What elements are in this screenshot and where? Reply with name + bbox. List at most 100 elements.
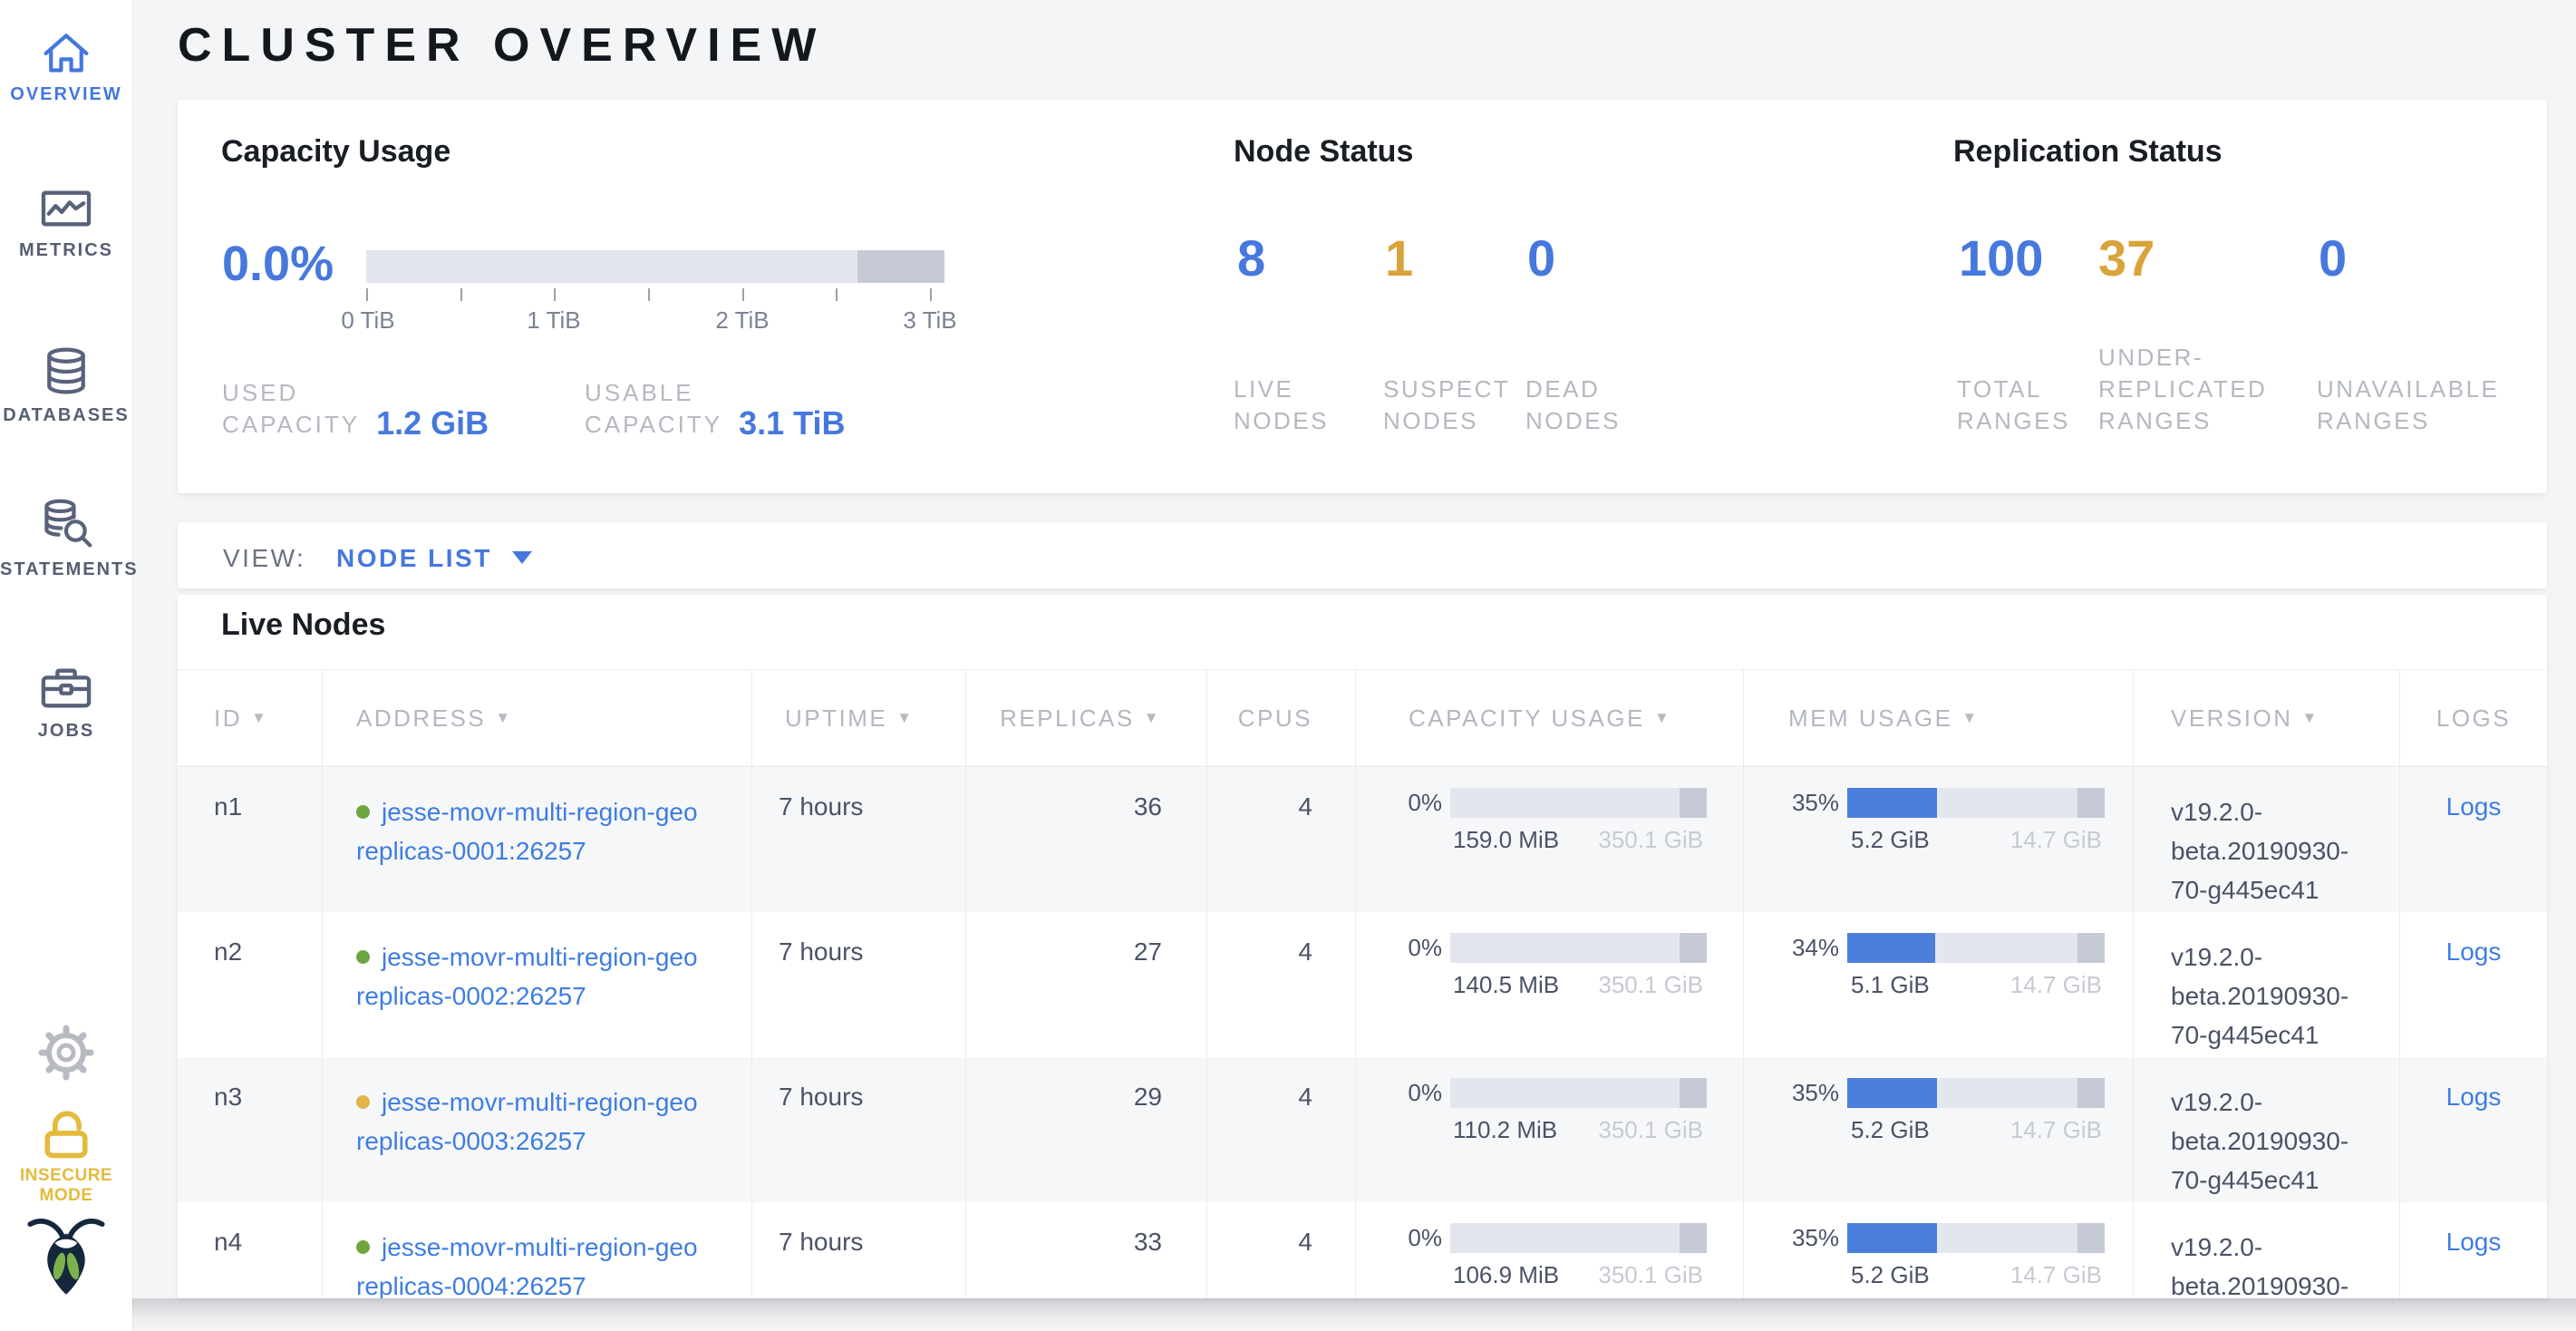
- node-id-cell: n2: [178, 912, 323, 1057]
- live-nodes-label: LIVE NODES: [1234, 374, 1329, 437]
- uptime-cell: 7 hours: [752, 767, 966, 912]
- node-status-dot: [356, 950, 370, 964]
- column-header-address[interactable]: ADDRESS▼: [323, 669, 752, 767]
- sort-icon: ▼: [2302, 709, 2319, 727]
- page-title: CLUSTER OVERVIEW: [178, 18, 826, 73]
- node-address-link[interactable]: jesse-movr-multi-region-geo replicas-000…: [356, 1233, 698, 1298]
- table-row: n3 jesse-movr-multi-region-geo replicas-…: [178, 1057, 2547, 1202]
- axis-tick-label: 1 TiB: [527, 306, 580, 335]
- memory-meter: [1847, 788, 2105, 818]
- capacity-meter: [1450, 788, 1707, 818]
- node-id-cell: n3: [178, 1057, 323, 1202]
- node-status-dot: [356, 805, 370, 819]
- version-cell: v19.2.0- beta.20190930- 70-g445ec41: [2134, 767, 2400, 912]
- metrics-chart-icon: [0, 185, 132, 232]
- sidebar-item-label: METRICS: [0, 240, 132, 261]
- sidebar-item-label: STATEMENTS: [0, 559, 132, 580]
- capacity-usage-cell: 0% 106.9 MiB350.1 GiB: [1356, 1202, 1744, 1298]
- sidebar-item-databases[interactable]: DATABASES: [0, 345, 132, 426]
- sort-icon: ▼: [896, 709, 914, 727]
- node-status-dot: [356, 1095, 370, 1109]
- settings-gear-button[interactable]: [0, 1023, 132, 1083]
- chevron-down-icon: [512, 551, 532, 564]
- logs-link[interactable]: Logs: [2446, 938, 2502, 966]
- replicas-cell: 27: [966, 912, 1207, 1057]
- memory-meter: [1847, 1223, 2105, 1253]
- node-address-link[interactable]: jesse-movr-multi-region-geo replicas-000…: [356, 798, 698, 865]
- node-address-cell: jesse-movr-multi-region-geo replicas-000…: [323, 767, 752, 912]
- cpus-cell: 4: [1207, 1202, 1356, 1298]
- node-status-heading: Node Status: [1234, 134, 1413, 170]
- version-cell: v19.2.0- beta.20190930- 70-g445ec41: [2134, 912, 2400, 1057]
- mem-usage-cell: 35% 5.2 GiB14.7 GiB: [1744, 1202, 2134, 1298]
- sort-icon: ▼: [251, 709, 268, 727]
- database-icon: [0, 345, 132, 397]
- sidebar: OVERVIEW METRICS DATABASES: [0, 0, 132, 1331]
- sidebar-item-overview[interactable]: OVERVIEW: [0, 27, 132, 105]
- node-address-link[interactable]: jesse-movr-multi-region-geo replicas-000…: [356, 943, 698, 1010]
- database-search-icon: [0, 497, 132, 551]
- logs-link[interactable]: Logs: [2446, 792, 2502, 821]
- replication-status-heading: Replication Status: [1953, 134, 2223, 170]
- cpus-cell: 4: [1207, 767, 1356, 912]
- suspect-nodes-value: 1: [1385, 228, 1413, 287]
- usable-capacity-label: USABLE CAPACITY: [585, 377, 722, 441]
- capacity-meter: [1450, 933, 1707, 963]
- view-dropdown[interactable]: NODE LIST: [336, 544, 532, 573]
- mem-usage-cell: 34% 5.1 GiB14.7 GiB: [1744, 912, 2134, 1057]
- table-row: n2 jesse-movr-multi-region-geo replicas-…: [178, 912, 2547, 1057]
- sidebar-item-label: OVERVIEW: [0, 84, 132, 105]
- node-id-cell: n4: [178, 1202, 323, 1298]
- table-row: n1 jesse-movr-multi-region-geo replicas-…: [178, 767, 2547, 912]
- sidebar-item-label: JOBS: [0, 721, 132, 742]
- node-status-dot: [356, 1240, 370, 1254]
- logs-link[interactable]: Logs: [2446, 1228, 2502, 1256]
- used-capacity-label: USED CAPACITY: [222, 377, 360, 441]
- cluster-summary-card: Capacity Usage 0.0% 0 TiB 1 TiB 2 TiB 3 …: [178, 100, 2547, 493]
- table-row: n4 jesse-movr-multi-region-geo replicas-…: [178, 1202, 2547, 1298]
- column-header-mem-usage[interactable]: MEM USAGE▼: [1744, 669, 2134, 767]
- home-icon: [0, 27, 132, 76]
- sort-icon: ▼: [1961, 709, 1979, 727]
- column-header-capacity-usage[interactable]: CAPACITY USAGE▼: [1356, 669, 1744, 767]
- node-address-cell: jesse-movr-multi-region-geo replicas-000…: [323, 1202, 752, 1298]
- capacity-usage-cell: 0% 140.5 MiB350.1 GiB: [1356, 912, 1744, 1057]
- insecure-mode-label: INSECURE MODE: [0, 1166, 132, 1206]
- used-capacity-value: 1.2 GiB: [376, 404, 489, 442]
- cpus-cell: 4: [1207, 1057, 1356, 1202]
- column-header-logs: LOGS: [2400, 669, 2547, 767]
- sidebar-item-statements[interactable]: STATEMENTS: [0, 497, 132, 580]
- node-address-link[interactable]: jesse-movr-multi-region-geo replicas-000…: [356, 1088, 698, 1155]
- sidebar-item-metrics[interactable]: METRICS: [0, 185, 132, 261]
- table-header-row: ID▼ ADDRESS▼ UPTIME▼ REPLICAS▼ CPUS CAPA…: [178, 669, 2547, 767]
- bottom-scroll-shadow: [0, 1298, 2576, 1331]
- column-header-cpus[interactable]: CPUS: [1207, 669, 1356, 767]
- live-nodes-card: Live Nodes ID▼ ADDRESS▼ UPTIME▼ REPLICAS…: [178, 595, 2547, 1298]
- column-header-id[interactable]: ID▼: [178, 669, 323, 767]
- replicas-cell: 33: [966, 1202, 1207, 1298]
- dead-nodes-label: DEAD NODES: [1525, 374, 1621, 437]
- capacity-usage-cell: 0% 110.2 MiB350.1 GiB: [1356, 1057, 1744, 1202]
- sort-icon: ▼: [495, 709, 512, 727]
- logs-link[interactable]: Logs: [2446, 1083, 2502, 1111]
- total-ranges-value: 100: [1959, 228, 2043, 287]
- column-header-replicas[interactable]: REPLICAS▼: [966, 669, 1207, 767]
- logs-cell: Logs: [2400, 767, 2547, 912]
- capacity-axis-ticks: [366, 288, 944, 303]
- view-selector-bar: VIEW: NODE LIST: [178, 522, 2547, 588]
- logs-cell: Logs: [2400, 1202, 2547, 1298]
- usable-capacity-stat: USABLE CAPACITY 3.1 TiB: [585, 377, 846, 441]
- logs-cell: Logs: [2400, 912, 2547, 1057]
- capacity-axis-labels: 0 TiB 1 TiB 2 TiB 3 TiB: [366, 306, 944, 334]
- unavailable-ranges-value: 0: [2319, 228, 2347, 287]
- column-header-version[interactable]: VERSION▼: [2134, 669, 2400, 767]
- mem-usage-cell: 35% 5.2 GiB14.7 GiB: [1744, 767, 2134, 912]
- column-header-uptime[interactable]: UPTIME▼: [752, 669, 966, 767]
- open-lock-icon: [0, 1103, 132, 1162]
- mem-usage-cell: 35% 5.2 GiB14.7 GiB: [1744, 1057, 2134, 1202]
- capacity-usage-cell: 0% 159.0 MiB350.1 GiB: [1356, 767, 1744, 912]
- node-address-cell: jesse-movr-multi-region-geo replicas-000…: [323, 1057, 752, 1202]
- live-nodes-table: ID▼ ADDRESS▼ UPTIME▼ REPLICAS▼ CPUS CAPA…: [178, 669, 2547, 1298]
- version-cell: v19.2.0- beta.20190930- 70-g445ec41: [2134, 1202, 2400, 1298]
- sidebar-item-jobs[interactable]: JOBS: [0, 662, 132, 742]
